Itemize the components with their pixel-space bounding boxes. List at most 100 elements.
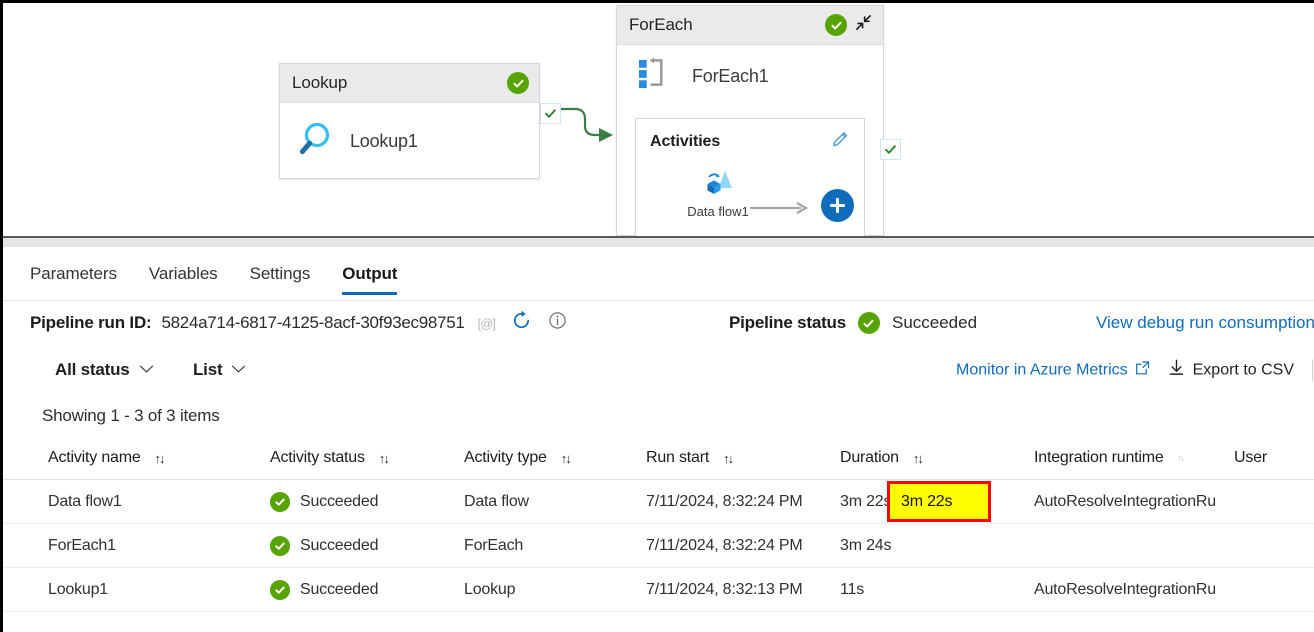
sort-icon[interactable]: ↑↓ [561,451,570,466]
copy-icon[interactable]: [@] [478,316,495,331]
cell-activity-name: ForEach1 [3,537,270,555]
info-icon[interactable] [548,311,567,335]
pipeline-run-id-value: 5824a714-6817-4125-8acf-30f93ec98751 [161,313,464,333]
cell-integration-runtime-text: AutoResolveIntegrationRuntime [1034,493,1217,511]
sort-icon[interactable]: ↑↓ [723,451,732,466]
toolbar-divider [1312,359,1313,381]
cell-activity-status-label: Succeeded [300,581,378,599]
chevron-down-icon [231,361,246,379]
refresh-icon[interactable] [511,310,532,336]
table-row[interactable]: Data flow1 Succeeded Data flow 7/11/2024… [3,480,1314,524]
tab-parameters[interactable]: Parameters [30,247,117,301]
sort-icon[interactable]: ↑↓ [155,451,164,466]
column-label: Activity status [270,449,365,467]
foreach-node-activity-name: ForEach1 [692,66,768,87]
cell-run-start: 7/11/2024, 8:32:13 PM [646,581,840,599]
arrow-right-icon [749,201,811,215]
activity-runs-table: Activity name ↑↓ Activity status ↑↓ Acti… [3,437,1314,612]
lookup-magnifier-icon [296,119,336,164]
azure-data-factory-pipeline-output-screen: Lookup Lookup1 [0,0,1314,632]
column-label: Integration runtime [1034,449,1164,467]
pipeline-node-lookup[interactable]: Lookup Lookup1 [279,63,540,179]
column-label: Run start [646,449,709,467]
pipeline-canvas[interactable]: Lookup Lookup1 [3,3,1314,236]
sort-icon[interactable]: ↑↓ [1178,453,1183,463]
cell-activity-status: Succeeded [270,536,464,556]
add-activity-button[interactable] [821,189,854,222]
pipeline-node-foreach[interactable]: ForEach [616,5,884,236]
table-row[interactable]: ForEach1 Succeeded ForEach 7/11/2024, 8:… [3,524,1314,568]
success-check-icon [858,312,880,334]
column-header-activity-type[interactable]: Activity type ↑↓ [464,449,646,467]
column-label: Activity type [464,449,547,467]
showing-items-count: Showing 1 - 3 of 3 items [3,395,1314,437]
column-header-activity-name[interactable]: Activity name ↑↓ [3,449,270,467]
success-check-icon [825,14,847,36]
monitor-in-azure-metrics-link[interactable]: Monitor in Azure Metrics [956,360,1150,380]
cell-activity-name: Lookup1 [3,581,270,599]
panel-tabs: Parameters Variables Settings Output [3,247,1314,301]
monitor-in-azure-metrics-label: Monitor in Azure Metrics [956,361,1128,379]
foreach-node-body: ForEach1 [617,45,883,95]
column-header-integration-runtime[interactable]: Integration runtime ↑↓ [1034,449,1234,467]
lookup-node-body: Lookup1 [280,103,539,180]
lookup-node-header-title: Lookup [292,73,347,93]
cell-activity-status: Succeeded [270,580,464,600]
collapse-diagonal-arrows-icon[interactable] [854,13,873,37]
cell-duration: 3m 24s [840,537,1034,555]
activities-header: Activities [636,119,864,154]
success-check-icon [507,72,529,94]
sort-icon[interactable]: ↑↓ [379,451,388,466]
duration-highlight-annotation: 3m 22s [887,481,991,522]
pipeline-run-info-row: Pipeline run ID: 5824a714-6817-4125-8acf… [3,301,1314,345]
lookup-success-output-port[interactable] [540,103,561,124]
pipeline-status-label: Pipeline status [729,313,846,333]
column-label: User [1234,449,1267,467]
pencil-edit-icon[interactable] [831,130,850,154]
connector-lookup-to-foreach [555,98,617,148]
export-to-csv-button[interactable]: Export to CSV [1168,359,1294,382]
foreach-activities-container: Activities [635,118,865,236]
activities-inner-canvas: Data flow1 [636,168,864,228]
inner-activity-label: Data flow1 [676,204,760,219]
foreach-node-header-icons [825,13,873,37]
pipeline-run-id-label: Pipeline run ID: [30,313,151,333]
output-toolbar-row: All status List Monitor in Azure Metrics [3,345,1314,395]
cell-activity-type: ForEach [464,537,646,555]
column-header-duration[interactable]: Duration ↑↓ [840,449,1034,467]
output-toolbar-actions: Monitor in Azure Metrics [956,359,1314,382]
activities-title: Activities [650,133,720,151]
success-check-icon [270,580,290,600]
foreach-node-header-title: ForEach [629,15,693,35]
tab-settings[interactable]: Settings [250,247,311,301]
inner-activity-data-flow1[interactable]: Data flow1 [676,168,760,219]
view-mode-dropdown[interactable]: List [193,360,246,380]
cell-integration-runtime: AutoResolveIntegrationRuntime [1034,581,1234,599]
lookup-node-header-icons [507,72,529,94]
chevron-down-icon [139,361,154,379]
column-header-user[interactable]: User [1234,449,1314,467]
column-header-run-start[interactable]: Run start ↑↓ [646,449,840,467]
cell-activity-type: Data flow [464,493,646,511]
table-header-row: Activity name ↑↓ Activity status ↑↓ Acti… [3,437,1314,480]
pipeline-status-value: Succeeded [892,313,977,333]
export-to-csv-label: Export to CSV [1193,361,1294,379]
foreach-success-output-port[interactable] [880,139,901,160]
tab-output[interactable]: Output [342,247,397,301]
external-link-icon [1135,360,1150,380]
view-debug-run-consumption-link[interactable]: View debug run consumption [1096,313,1314,333]
cell-run-start: 7/11/2024, 8:32:24 PM [646,493,840,511]
tab-variables[interactable]: Variables [149,247,218,301]
data-flow-icon [701,185,735,202]
status-filter-dropdown[interactable]: All status [55,360,154,380]
cell-activity-status: Succeeded [270,492,464,512]
column-label: Activity name [48,449,141,467]
sort-icon[interactable]: ↑↓ [913,451,922,466]
cell-duration: 11s [840,581,1034,599]
view-mode-label: List [193,360,222,380]
table-row[interactable]: Lookup1 Succeeded Lookup 7/11/2024, 8:32… [3,568,1314,612]
cell-activity-status-label: Succeeded [300,493,378,511]
column-header-activity-status[interactable]: Activity status ↑↓ [270,449,464,467]
column-label: Duration [840,449,899,467]
cell-integration-runtime-text: AutoResolveIntegrationRuntime [1034,581,1217,599]
